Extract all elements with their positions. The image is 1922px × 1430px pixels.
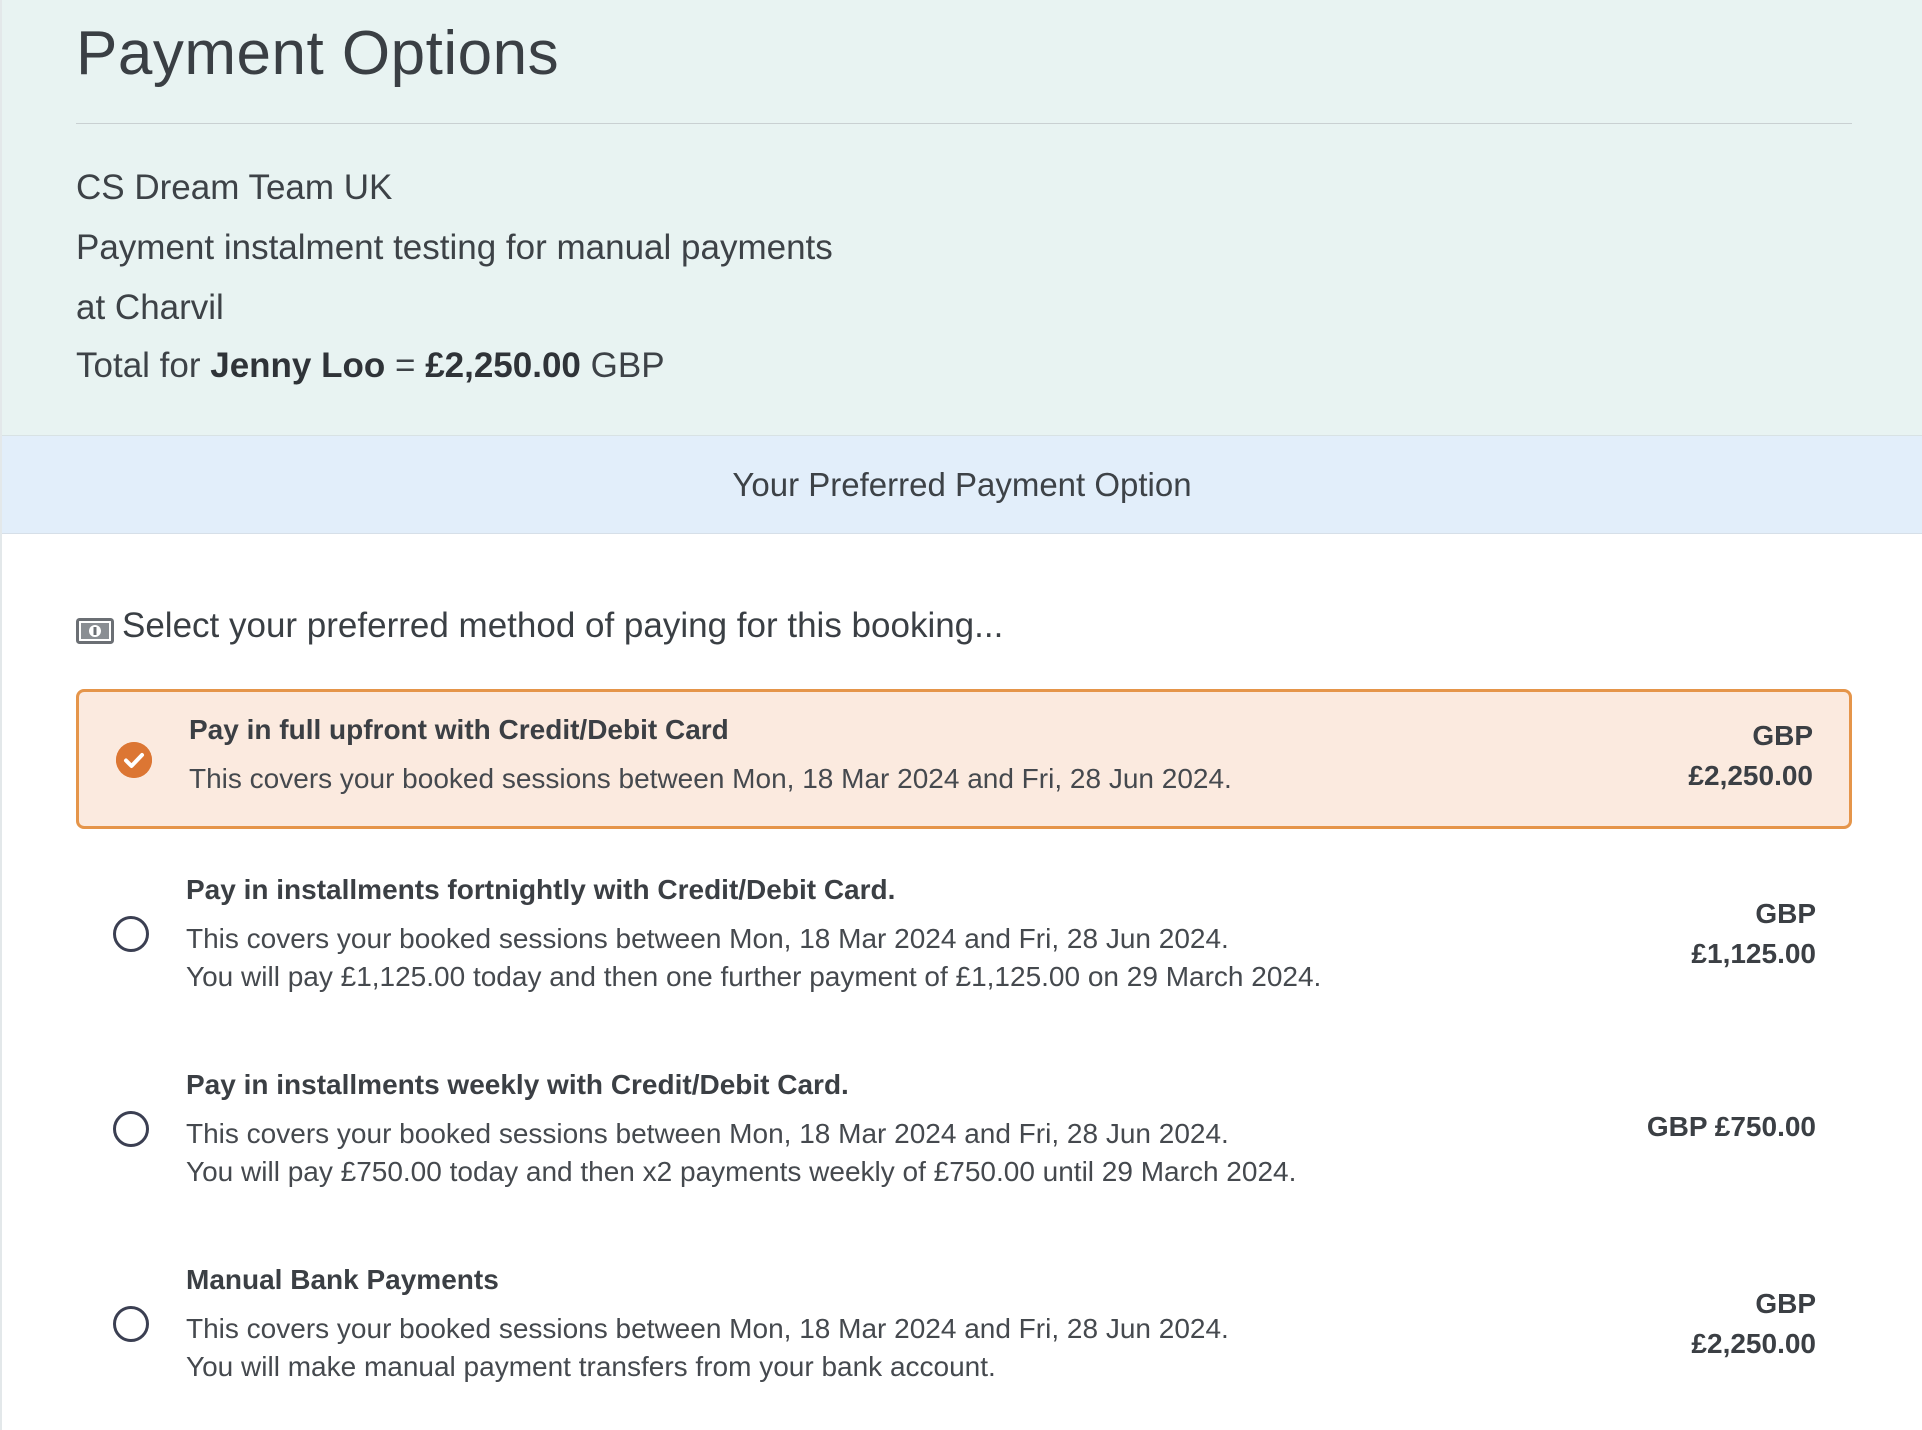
option-manual-bank-payments[interactable]: Manual Bank Payments This covers your bo… <box>76 1240 1852 1400</box>
option-schedule: You will pay £750.00 today and then x2 p… <box>186 1156 1297 1187</box>
payment-options-page: Payment Options CS Dream Team UK Payment… <box>0 0 1922 1430</box>
preferred-option-banner: Your Preferred Payment Option <box>2 436 1922 534</box>
total-amount: £2,250.00 <box>425 346 581 385</box>
page-title: Payment Options <box>76 19 560 88</box>
price-amount: £2,250.00 <box>1691 1328 1816 1359</box>
price-currency: GBP <box>1755 898 1816 929</box>
option-fortnightly-installments[interactable]: Pay in installments fortnightly with Cre… <box>76 850 1852 1010</box>
course-name: Payment instalment testing for manual pa… <box>76 228 833 267</box>
price-amount: £2,250.00 <box>1688 760 1813 791</box>
radio-unchecked-icon[interactable] <box>113 1306 149 1342</box>
option-schedule: You will pay £1,125.00 today and then on… <box>186 961 1322 992</box>
payment-method-prompt: Select your preferred method of paying f… <box>76 606 1003 646</box>
option-title: Pay in installments weekly with Credit/D… <box>186 1069 849 1100</box>
option-title: Manual Bank Payments <box>186 1264 499 1295</box>
price-currency: GBP <box>1755 1288 1816 1319</box>
banner-label: Your Preferred Payment Option <box>732 465 1192 503</box>
option-description: This covers your booked sessions between… <box>186 1118 1229 1149</box>
option-description: This covers your booked sessions between… <box>189 763 1232 794</box>
radio-unchecked-icon[interactable] <box>113 916 149 952</box>
booking-total: Total for Jenny Loo = £2,250.00 GBP <box>76 346 665 386</box>
money-icon <box>76 613 114 644</box>
option-weekly-installments[interactable]: Pay in installments weekly with Credit/D… <box>76 1045 1852 1205</box>
radio-unchecked-icon[interactable] <box>113 1111 149 1147</box>
student-name: Jenny Loo <box>210 346 386 385</box>
option-title: Pay in full upfront with Credit/Debit Ca… <box>189 714 729 745</box>
option-price: GBP £1,125.00 <box>1691 894 1816 974</box>
venue-location: at Charvil <box>76 288 224 327</box>
radio-checked-icon[interactable] <box>116 742 152 778</box>
option-pay-in-full[interactable]: Pay in full upfront with Credit/Debit Ca… <box>76 689 1852 829</box>
option-title: Pay in installments fortnightly with Cre… <box>186 874 896 905</box>
option-description: This covers your booked sessions between… <box>186 923 1229 954</box>
option-description: This covers your booked sessions between… <box>186 1313 1229 1344</box>
title-divider <box>76 123 1852 124</box>
total-currency: GBP <box>590 346 665 385</box>
option-price: GBP £2,250.00 <box>1688 716 1813 796</box>
option-price: GBP £750.00 <box>1646 1111 1816 1142</box>
option-schedule: You will make manual payment transfers f… <box>186 1351 996 1382</box>
option-price: GBP £2,250.00 <box>1691 1284 1816 1364</box>
total-equals: = <box>395 346 416 385</box>
price-amount: £1,125.00 <box>1691 938 1816 969</box>
price-currency: GBP <box>1752 720 1813 751</box>
organisation-name: CS Dream Team UK <box>76 168 393 207</box>
booking-summary-panel: Payment Options CS Dream Team UK Payment… <box>2 0 1922 436</box>
total-prefix: Total for <box>76 346 201 385</box>
prompt-text: Select your preferred method of paying f… <box>122 606 1004 645</box>
